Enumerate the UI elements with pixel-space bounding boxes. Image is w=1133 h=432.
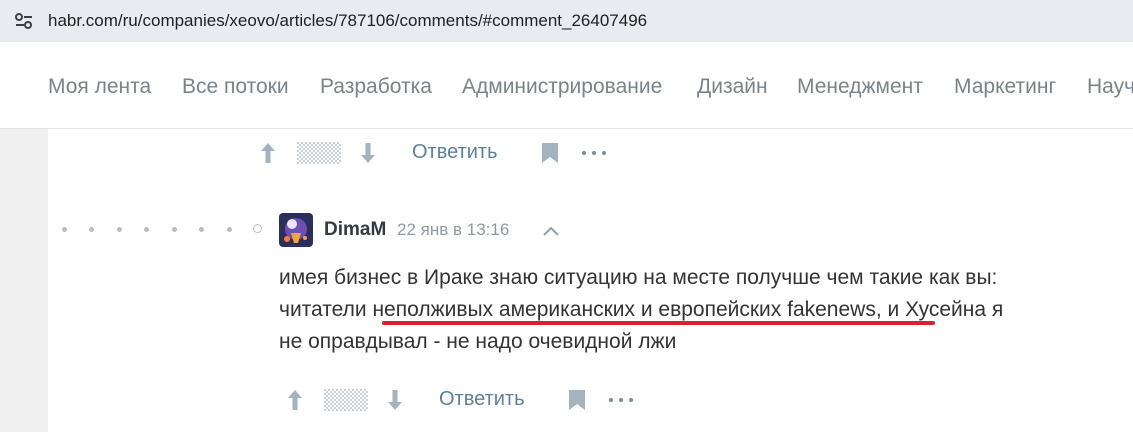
avatar[interactable] (279, 213, 313, 247)
url-field[interactable]: habr.com/ru/companies/xeovo/articles/787… (0, 0, 1133, 42)
site-settings-icon[interactable] (14, 12, 34, 30)
vote-down-icon[interactable] (359, 141, 377, 170)
comment-author[interactable]: DimaM (324, 219, 386, 241)
nav-item-design[interactable]: Дизайн (697, 75, 768, 99)
nav-item-my-feed[interactable]: Моя лента (48, 75, 151, 99)
reply-button[interactable]: Ответить (412, 141, 498, 164)
more-options-icon[interactable] (609, 398, 635, 402)
vote-up-icon[interactable] (286, 388, 304, 417)
browser-address-bar: habr.com/ru/companies/xeovo/articles/787… (0, 0, 1133, 42)
reply-button[interactable]: Ответить (439, 388, 525, 411)
comment-line: не оправдывал - не надо очевидной лжи (279, 330, 677, 353)
comment-body: имея бизнес в Ираке знаю ситуацию на мес… (279, 262, 1099, 358)
nav-item-marketing[interactable]: Маркетинг (954, 75, 1056, 99)
highlight-underline (382, 321, 935, 325)
nav-item-administration[interactable]: Администрирование (462, 75, 662, 99)
chevron-up-icon[interactable] (542, 224, 560, 242)
nav-item-all-streams[interactable]: Все потоки (182, 75, 289, 99)
url-text[interactable]: habr.com/ru/companies/xeovo/articles/787… (48, 11, 647, 31)
vote-up-icon[interactable] (259, 141, 277, 170)
nav-item-management[interactable]: Менеджмент (797, 75, 923, 99)
more-options-icon[interactable] (582, 151, 608, 155)
nav-item-development[interactable]: Разработка (320, 75, 432, 99)
comment-timestamp[interactable]: 22 янв в 13:16 (397, 220, 509, 240)
main-nav: Моя лента Все потоки Разработка Админист… (0, 42, 1133, 129)
bookmark-icon[interactable] (568, 389, 586, 416)
bookmark-icon[interactable] (541, 142, 559, 169)
nav-item-popsci[interactable]: Научпоп (1087, 75, 1133, 99)
vote-down-icon[interactable] (386, 388, 404, 417)
score-hidden-icon (297, 142, 341, 169)
score-hidden-icon (324, 389, 368, 416)
comment-line: имея бизнес в Ираке знаю ситуацию на мес… (279, 266, 998, 289)
